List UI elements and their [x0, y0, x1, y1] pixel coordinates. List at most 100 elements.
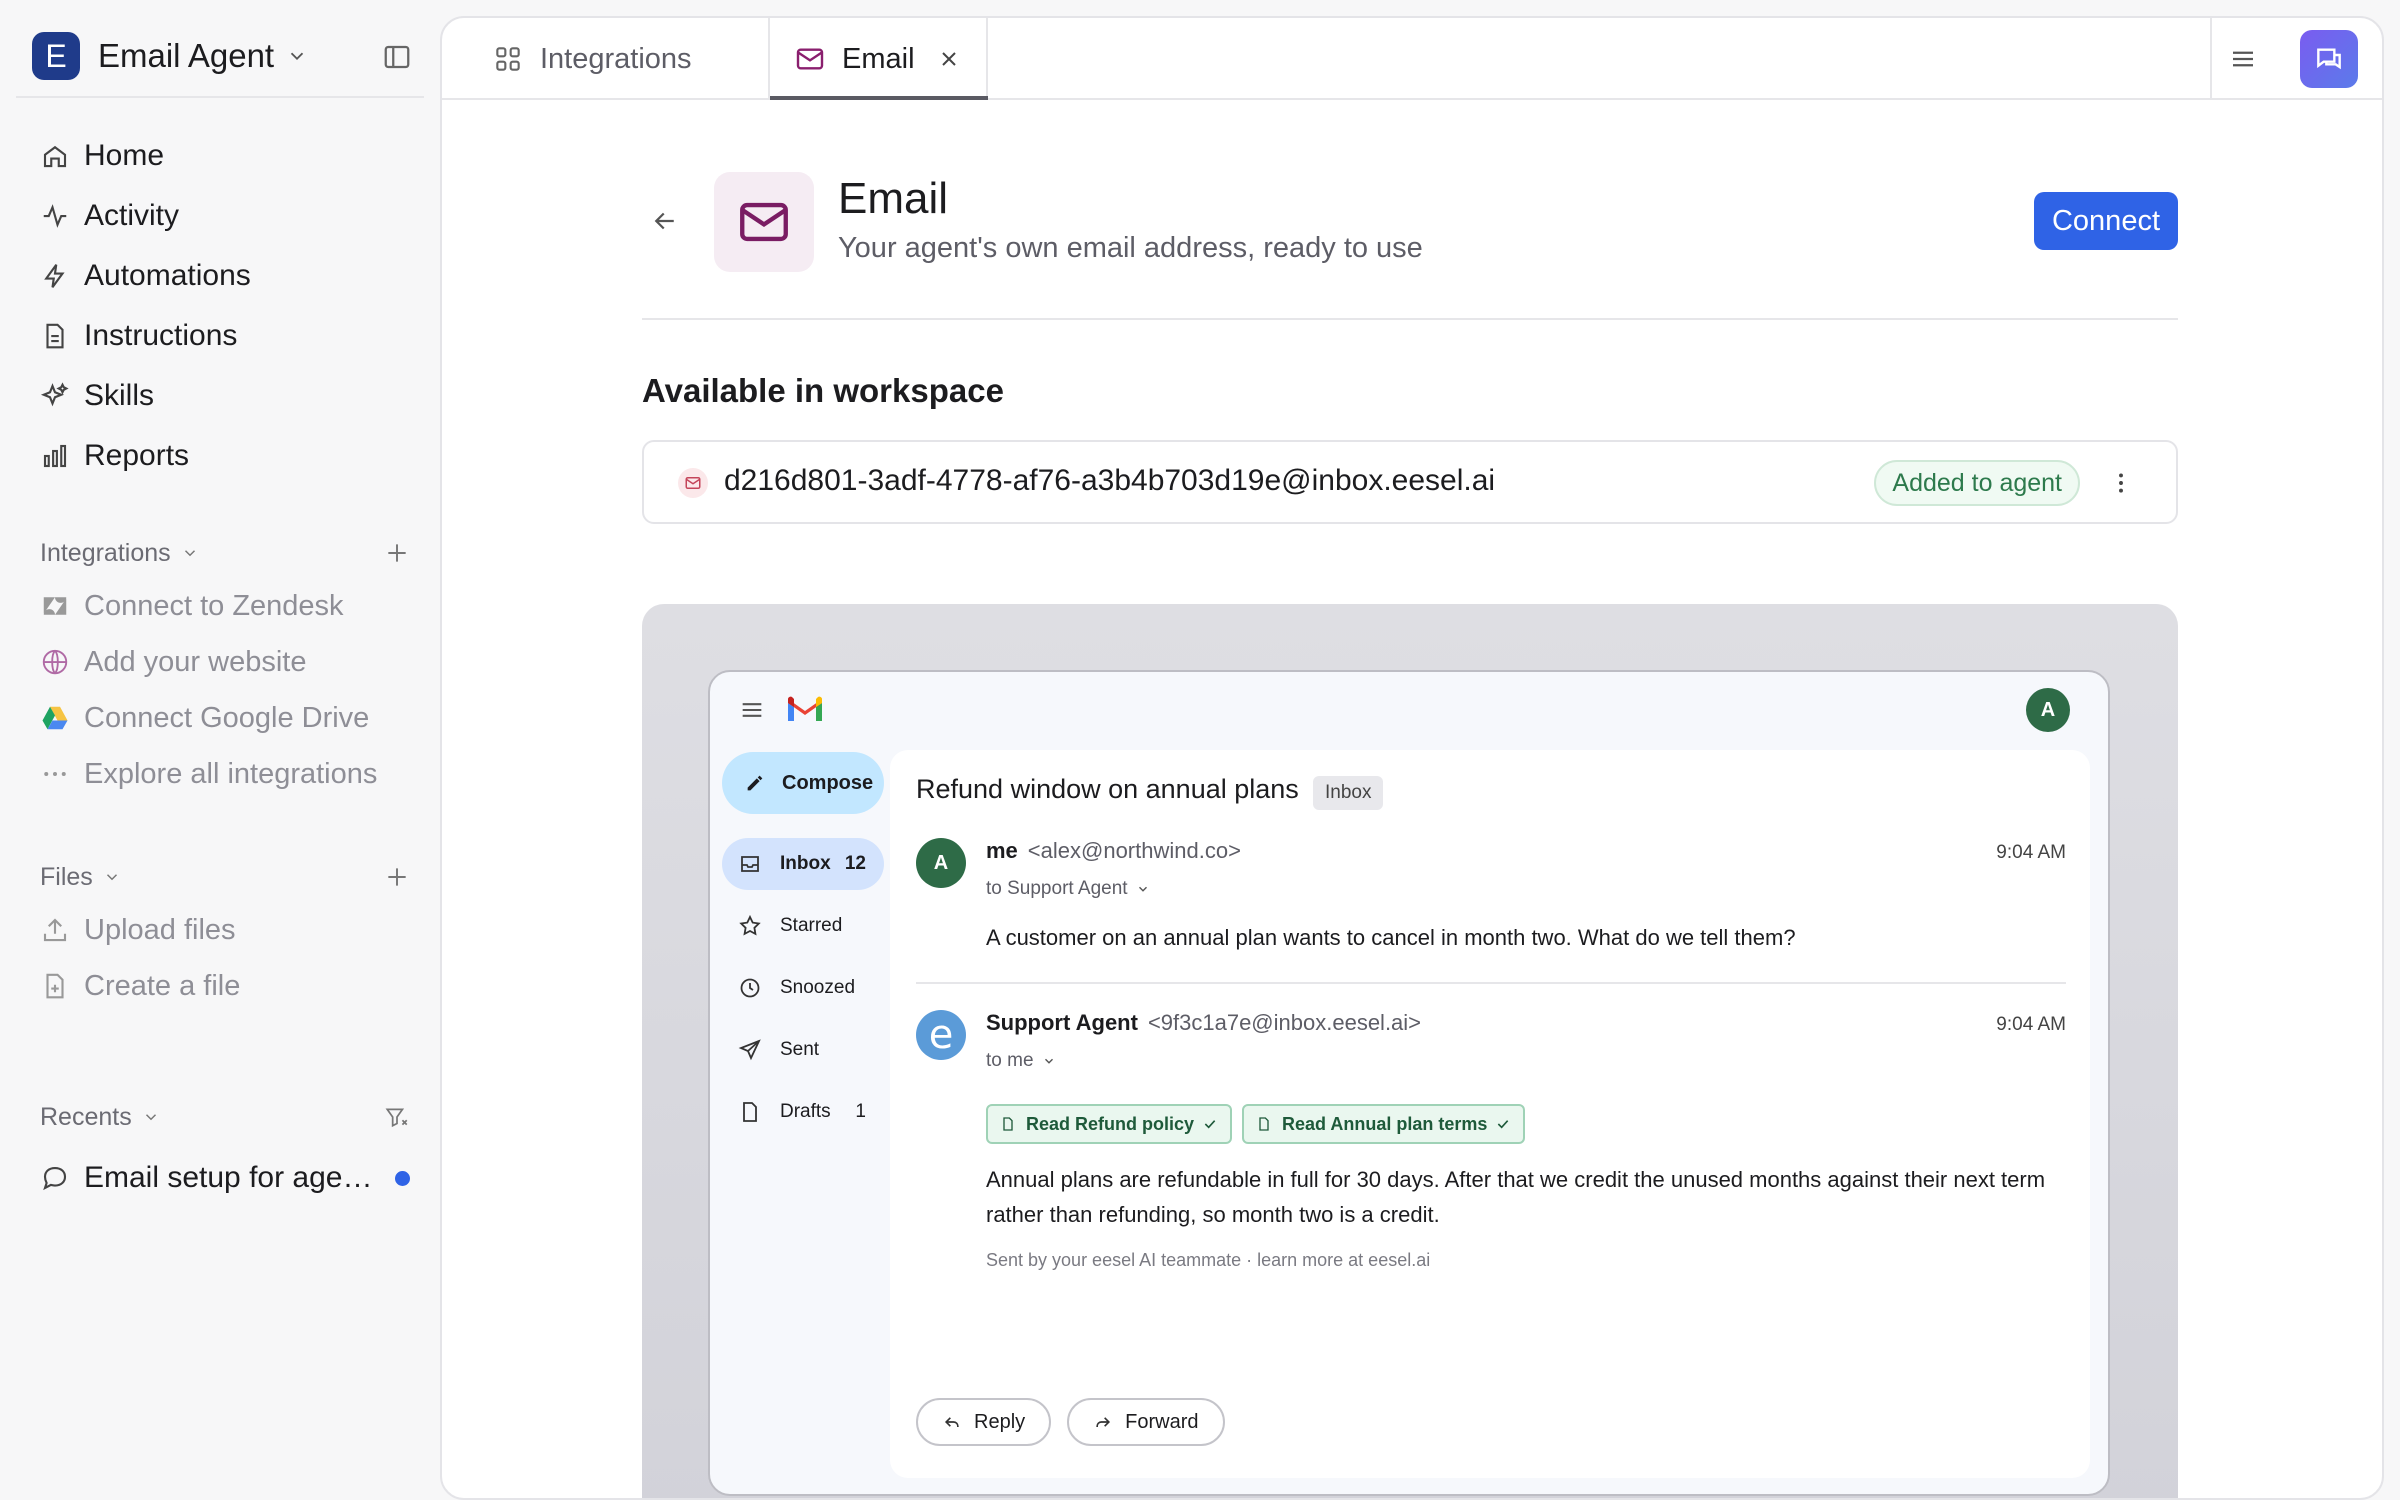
mail-icon	[740, 202, 788, 242]
recent-chat-item[interactable]: Email setup for agen...	[40, 1156, 410, 1200]
nav-item-instructions[interactable]: Instructions	[40, 306, 420, 366]
reply-icon	[944, 1417, 959, 1427]
section-title: Integrations	[40, 538, 171, 567]
nav-label: Home	[84, 139, 165, 172]
integrations-list: Connect to Zendesk Add your website Conn…	[40, 578, 420, 802]
workspace-name: Email Agent	[98, 37, 275, 74]
tool-chip: Read Refund policy	[986, 1104, 1233, 1144]
nav-item-home[interactable]: Home	[40, 126, 420, 186]
sidebar-item-label: Add your website	[84, 645, 307, 678]
check-icon	[1204, 1120, 1216, 1129]
ellipsis-icon	[44, 772, 66, 776]
more-options-icon[interactable]	[2108, 470, 2134, 496]
star-icon	[739, 914, 761, 936]
google-drive-icon	[42, 706, 68, 730]
folder-snoozed: Snoozed	[722, 962, 884, 1014]
pencil-icon	[747, 775, 763, 791]
activity-icon	[43, 204, 67, 228]
sidebar-item-label: Upload files	[84, 913, 236, 946]
tool-chip: Read Annual plan terms	[1242, 1104, 1526, 1144]
tab-integrations[interactable]: Integrations	[442, 18, 770, 100]
email-address-icon	[678, 468, 708, 498]
email-address: d216d801-3adf-4778-af76-a3b4b703d19e@inb…	[724, 464, 1496, 497]
bar-chart-icon	[43, 444, 67, 468]
message-time: 9:04 AM	[1996, 842, 2066, 863]
chevron-down-icon	[290, 52, 304, 61]
sidebar-item-create-file[interactable]: Create a file	[40, 958, 420, 1014]
chat-icon	[2317, 48, 2341, 70]
avatar: A	[916, 838, 966, 888]
connect-button[interactable]: Connect	[2033, 192, 2178, 250]
reply-button: Reply	[916, 1398, 1052, 1446]
avatar: A	[2026, 688, 2070, 732]
sidebar-item-explore-integrations[interactable]: Explore all integrations	[40, 746, 420, 802]
sidebar-item-upload-files[interactable]: Upload files	[40, 902, 420, 958]
files-section-header[interactable]: Files	[40, 857, 410, 897]
nav-item-reports[interactable]: Reports	[40, 426, 420, 486]
sender-name: Support Agent	[986, 1010, 1138, 1035]
chevron-down-icon	[145, 1114, 156, 1121]
email-message: A me <alex@northwind.co> 9:04 AM to Suppo…	[916, 838, 2066, 984]
chevron-down-icon	[106, 874, 117, 881]
new-file-icon	[46, 973, 64, 999]
workspace-switcher[interactable]: E Email Agent	[32, 32, 412, 80]
mail-icon	[685, 477, 701, 489]
sidebar-toggle-icon[interactable]	[382, 42, 412, 72]
email-message: e Support Agent <9f3c1a7e@inbox.eesel.ai>…	[916, 1010, 2066, 1310]
send-icon	[738, 1039, 761, 1061]
sidebar-item-zendesk[interactable]: Connect to Zendesk	[40, 578, 420, 634]
compose-button: Compose	[722, 752, 884, 814]
sidebar-item-website[interactable]: Add your website	[40, 634, 420, 690]
tool-chips: Read Refund policy Read Annual plan term…	[986, 1104, 1535, 1144]
sidebar-item-google-drive[interactable]: Connect Google Drive	[40, 690, 420, 746]
message-footer: Sent by your eesel AI teammate · learn m…	[986, 1250, 1431, 1270]
folder-label: Sent	[780, 1039, 820, 1060]
message-thread: Refund window on annual plans Inbox A me…	[890, 750, 2090, 1478]
menu-icon[interactable]	[2228, 44, 2258, 74]
integration-title: Email	[838, 174, 949, 223]
nav-label: Activity	[84, 199, 180, 232]
main-panel: Integrations Email Email Your agent's ow…	[440, 16, 2384, 1500]
thread-actions: Reply Forward	[916, 1398, 1241, 1446]
active-tab-indicator	[770, 96, 988, 100]
status-badge: Added to agent	[1874, 460, 2080, 506]
close-icon[interactable]	[937, 47, 961, 71]
sidebar-item-label: Connect Google Drive	[84, 701, 370, 734]
recipients-label: to me	[986, 1050, 1034, 1071]
message-recipients: to me	[986, 1050, 1056, 1072]
add-file-icon[interactable]	[384, 864, 410, 890]
nav-item-automations[interactable]: Automations	[40, 246, 420, 306]
folder-count: 1	[855, 1101, 866, 1122]
email-preview: A Compose Inbox 12 Starred Snoozed Sent …	[642, 604, 2178, 1498]
folder-starred: Starred	[722, 900, 884, 952]
back-arrow-icon[interactable]	[650, 206, 680, 236]
main-nav: Home Activity Automations Instructions S…	[40, 126, 420, 486]
sidebar-divider	[16, 96, 424, 98]
sender-name: me	[986, 838, 1018, 863]
chat-button[interactable]	[2300, 30, 2358, 88]
tab-bar: Integrations Email	[442, 18, 2382, 100]
message-divider	[916, 982, 2066, 984]
integrations-section-header[interactable]: Integrations	[40, 533, 410, 573]
sparkles-icon	[40, 382, 69, 407]
add-integration-icon[interactable]	[384, 540, 410, 566]
integration-subtitle: Your agent's own email address, ready to…	[838, 232, 1423, 264]
mail-icon	[796, 48, 824, 70]
upload-icon	[43, 918, 67, 942]
nav-label: Reports	[84, 439, 190, 472]
sender-address: <alex@northwind.co>	[1027, 838, 1241, 863]
tab-email[interactable]: Email	[770, 18, 988, 100]
thread-label: Inbox	[1313, 776, 1384, 810]
sidebar-item-label: Create a file	[84, 969, 241, 1002]
filter-icon[interactable]	[384, 1104, 410, 1130]
recents-section-header[interactable]: Recents	[40, 1097, 410, 1137]
nav-item-activity[interactable]: Activity	[40, 186, 420, 246]
email-integration-logo	[714, 172, 814, 272]
workspace-logo: E	[32, 32, 80, 80]
home-icon	[43, 145, 67, 168]
email-address-card[interactable]: d216d801-3adf-4778-af76-a3b4b703d19e@inb…	[642, 440, 2178, 524]
files-list: Upload files Create a file	[40, 902, 420, 1014]
nav-item-skills[interactable]: Skills	[40, 366, 420, 426]
folder-sent: Sent	[722, 1024, 884, 1076]
recipients-label: to Support Agent	[986, 878, 1128, 899]
